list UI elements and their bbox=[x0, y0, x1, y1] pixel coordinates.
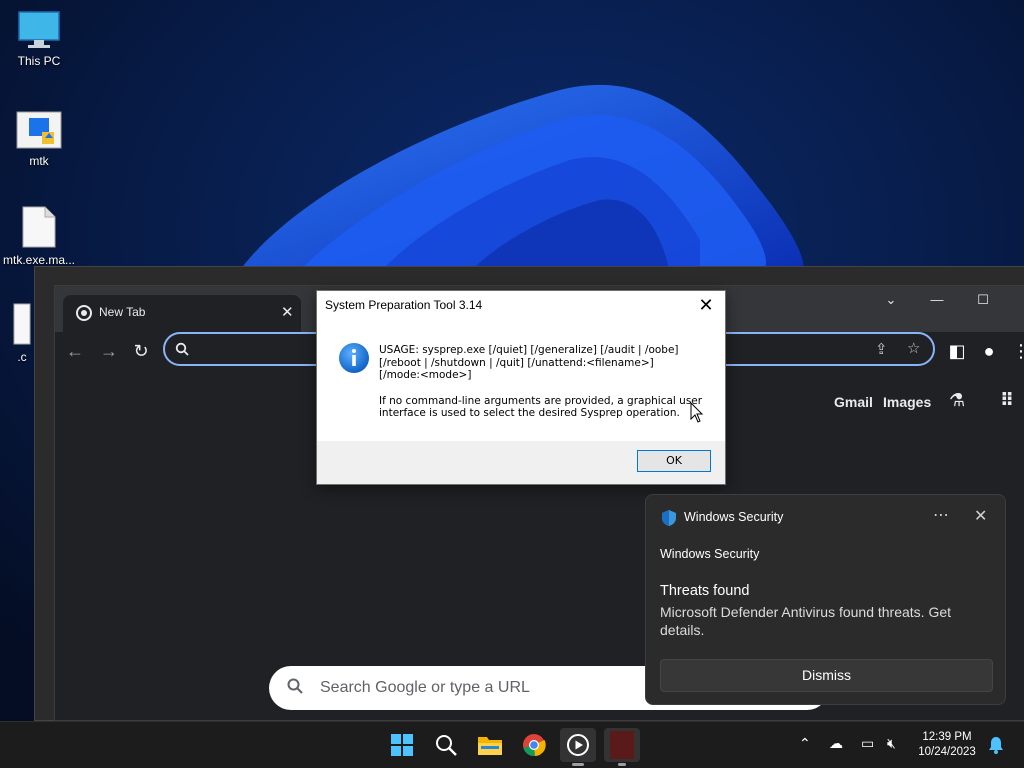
usage-text: USAGE: sysprep.exe [/quiet] [/generalize… bbox=[379, 344, 709, 382]
window-controls: ⌄ — ☐ ✕ bbox=[873, 286, 1024, 316]
start-button[interactable] bbox=[384, 728, 420, 762]
app-taskbar-button[interactable] bbox=[604, 728, 640, 766]
dismiss-button[interactable]: Dismiss bbox=[660, 659, 993, 692]
apps-grid-icon[interactable]: ⠿ bbox=[1000, 390, 1014, 411]
show-hidden-icons-chevron[interactable]: ⌃ bbox=[799, 735, 811, 752]
toast-heading: Threats found bbox=[660, 583, 750, 599]
taskbar: ⌃ ☁ ▭ 🔇︎ 12:39 PM 10/24/2023 bbox=[0, 721, 1024, 768]
info-icon bbox=[339, 343, 369, 373]
usage-line: USAGE: sysprep.exe [/quiet] [/generalize… bbox=[379, 344, 679, 356]
windows-security-toast[interactable]: Windows Security ⋯ ✕ Windows Security Th… bbox=[645, 494, 1006, 705]
chrome-taskbar-button[interactable] bbox=[516, 728, 552, 762]
chrome-icon bbox=[76, 305, 92, 321]
chrome-icon bbox=[523, 734, 546, 757]
toast-app-name: Windows Security bbox=[684, 510, 784, 524]
clock-date: 10/24/2023 bbox=[918, 746, 976, 758]
file-icon bbox=[13, 303, 31, 345]
ok-button[interactable]: OK bbox=[637, 450, 711, 472]
minimize-button[interactable]: — bbox=[927, 292, 947, 307]
active-indicator bbox=[618, 763, 626, 766]
folder-icon bbox=[16, 111, 62, 149]
bookmark-star-icon[interactable]: ☆ bbox=[907, 339, 920, 357]
monitor-icon bbox=[18, 11, 60, 48]
file-icon bbox=[22, 206, 56, 248]
usage-line: [/reboot | /shutdown | /quit] [/unattend… bbox=[379, 356, 654, 369]
sysprep-dialog: System Preparation Tool 3.14 ✕ USAGE: sy… bbox=[316, 290, 726, 485]
taskbar-clock[interactable]: 12:39 PM 10/24/2023 bbox=[912, 730, 982, 760]
file-explorer-button[interactable] bbox=[472, 728, 508, 762]
dialog-title: System Preparation Tool 3.14 bbox=[325, 298, 483, 312]
desktop-icon-mtk-exe[interactable]: mtk.exe.ma... bbox=[0, 205, 78, 267]
tab-label: New Tab bbox=[99, 305, 146, 319]
tab-new-tab[interactable]: New Tab ✕ bbox=[63, 295, 301, 332]
dialog-close-button[interactable]: ✕ bbox=[694, 293, 718, 317]
network-icon[interactable]: ▭ bbox=[861, 735, 874, 752]
gmail-link[interactable]: Gmail bbox=[834, 394, 873, 410]
file-explorer-icon bbox=[478, 737, 502, 755]
active-indicator bbox=[572, 763, 584, 766]
chevron-down-icon[interactable]: ⌄ bbox=[881, 292, 901, 308]
profile-icon[interactable]: ● bbox=[977, 339, 1001, 363]
desktop-icon-label: mtk bbox=[29, 154, 49, 168]
side-panel-icon[interactable]: ◧ bbox=[945, 339, 969, 363]
desktop-icon-this-pc[interactable]: This PC bbox=[0, 10, 78, 68]
notification-bell-icon[interactable] bbox=[988, 736, 1004, 754]
desktop-icon-mtk[interactable]: mtk bbox=[0, 110, 78, 168]
maximize-button[interactable]: ☐ bbox=[973, 292, 993, 308]
search-icon bbox=[287, 678, 303, 694]
menu-icon[interactable]: ⋮ bbox=[1009, 339, 1024, 363]
info-line: If no command-line arguments are provide… bbox=[379, 394, 703, 407]
desktop-icon-label: mtk.exe.ma... bbox=[2, 253, 76, 267]
app-icon bbox=[610, 731, 634, 759]
reload-button[interactable]: ↻ bbox=[129, 339, 153, 363]
images-link[interactable]: Images bbox=[883, 394, 931, 410]
media-player-button[interactable] bbox=[560, 728, 596, 766]
onedrive-offline-icon[interactable]: ☁ bbox=[829, 735, 843, 752]
close-window-button[interactable]: ✕ bbox=[1019, 292, 1024, 308]
share-icon[interactable]: ⇪ bbox=[875, 340, 888, 358]
dialog-message: USAGE: sysprep.exe [/quiet] [/generalize… bbox=[379, 344, 709, 433]
tab-close-icon[interactable]: ✕ bbox=[281, 303, 294, 321]
clock-time: 12:39 PM bbox=[922, 731, 972, 743]
mouse-cursor-icon bbox=[690, 402, 704, 423]
toast-attribution: Windows Security bbox=[660, 547, 760, 561]
forward-button[interactable]: → bbox=[97, 339, 121, 363]
toast-body: Microsoft Defender Antivirus found threa… bbox=[660, 604, 952, 638]
desktop-icon-label: This PC bbox=[17, 54, 61, 68]
search-placeholder: Search Google or type a URL bbox=[320, 679, 530, 696]
dialog-footer: OK bbox=[317, 441, 725, 484]
taskbar-search-button[interactable] bbox=[428, 728, 464, 762]
volume-muted-icon[interactable]: 🔇︎ bbox=[887, 735, 896, 752]
media-player-icon bbox=[567, 734, 589, 756]
info-line: interface is used to select the desired … bbox=[379, 407, 680, 420]
search-icon bbox=[175, 342, 189, 356]
search-icon bbox=[436, 735, 457, 756]
more-options-icon[interactable]: ⋯ bbox=[933, 505, 949, 525]
start-icon bbox=[391, 734, 413, 756]
labs-flask-icon[interactable]: ⚗ bbox=[949, 390, 965, 411]
usage-line: [/mode:<mode>] bbox=[379, 369, 472, 382]
back-button[interactable]: ← bbox=[63, 339, 87, 363]
desktop-icon-label: .c bbox=[17, 350, 27, 364]
toast-close-icon[interactable]: ✕ bbox=[974, 506, 987, 526]
info-text: If no command-line arguments are provide… bbox=[379, 395, 709, 420]
shield-icon bbox=[662, 510, 676, 526]
